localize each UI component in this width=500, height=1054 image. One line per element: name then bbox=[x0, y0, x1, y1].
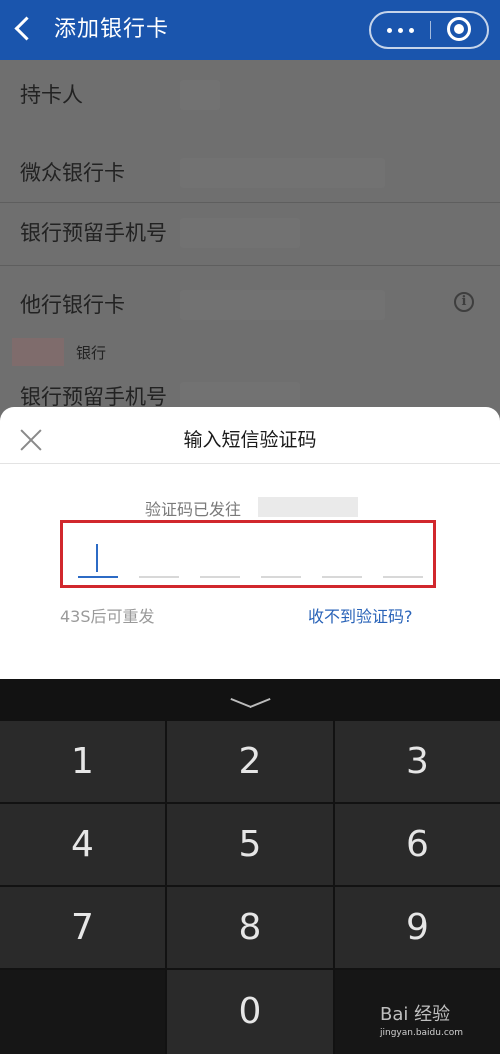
numeric-keypad: 1 2 3 4 5 6 7 8 9 0 bbox=[0, 679, 500, 1054]
code-digit-slot[interactable] bbox=[261, 576, 301, 578]
key-blank bbox=[0, 970, 165, 1054]
info-icon[interactable]: i bbox=[454, 292, 474, 312]
key-6[interactable]: 6 bbox=[335, 804, 500, 885]
key-8[interactable]: 8 bbox=[167, 887, 333, 968]
reserved-phone-value bbox=[180, 218, 300, 248]
baidu-watermark: Bai 经验 jingyan.baidu.com bbox=[380, 1000, 463, 1038]
input-cursor bbox=[96, 544, 98, 572]
webank-card-label: 微众银行卡 bbox=[20, 161, 125, 185]
code-digit-slot[interactable] bbox=[200, 576, 240, 578]
other-bank-card-label: 他行银行卡 bbox=[20, 293, 125, 317]
bank-name: 银行 bbox=[76, 344, 107, 362]
code-digit-slot[interactable] bbox=[383, 576, 423, 578]
divider bbox=[0, 463, 500, 464]
close-mini-program-icon[interactable] bbox=[447, 17, 471, 41]
bank-logo bbox=[12, 338, 64, 366]
key-1[interactable]: 1 bbox=[0, 721, 165, 802]
resend-countdown: 43S后可重发 bbox=[60, 607, 155, 626]
capsule-divider bbox=[430, 21, 431, 39]
key-4[interactable]: 4 bbox=[0, 804, 165, 885]
watermark-url: jingyan.baidu.com bbox=[380, 1028, 464, 1038]
cardholder-value bbox=[180, 80, 220, 110]
mini-program-capsule bbox=[369, 11, 489, 49]
key-3[interactable]: 3 bbox=[335, 721, 500, 802]
other-bank-card-value bbox=[180, 290, 385, 320]
divider bbox=[0, 265, 500, 266]
add-card-form: 持卡人 微众银行卡 银行预留手机号 他行银行卡 i 银行 银行预留手机号 bbox=[0, 60, 500, 412]
sheet-title: 输入短信验证码 bbox=[183, 429, 317, 451]
key-7[interactable]: 7 bbox=[0, 887, 165, 968]
divider bbox=[0, 202, 500, 203]
masked-phone-number bbox=[258, 497, 358, 517]
key-5[interactable]: 5 bbox=[167, 804, 333, 885]
code-sent-text: 验证码已发往 bbox=[145, 500, 242, 519]
reserved-phone-label: 银行预留手机号 bbox=[20, 221, 167, 245]
key-0[interactable]: 0 bbox=[167, 970, 333, 1054]
more-dots-icon[interactable] bbox=[385, 19, 419, 41]
watermark-text: Bai 经验 bbox=[380, 1004, 451, 1025]
webank-card-value bbox=[180, 158, 385, 188]
page-title: 添加银行卡 bbox=[54, 17, 170, 42]
cardholder-label: 持卡人 bbox=[20, 83, 83, 107]
key-9[interactable]: 9 bbox=[335, 887, 500, 968]
chevron-down-icon[interactable] bbox=[230, 692, 270, 712]
code-digit-slot[interactable] bbox=[78, 576, 118, 578]
back-arrow-icon[interactable] bbox=[14, 16, 39, 41]
code-digit-slot[interactable] bbox=[139, 576, 179, 578]
no-code-link[interactable]: 收不到验证码? bbox=[308, 603, 413, 627]
code-digit-slot[interactable] bbox=[322, 576, 362, 578]
key-2[interactable]: 2 bbox=[167, 721, 333, 802]
sms-code-sheet: 输入短信验证码 验证码已发往 43S后可重发 收不到验证码? bbox=[0, 407, 500, 679]
nav-bar: 添加银行卡 bbox=[0, 0, 500, 60]
